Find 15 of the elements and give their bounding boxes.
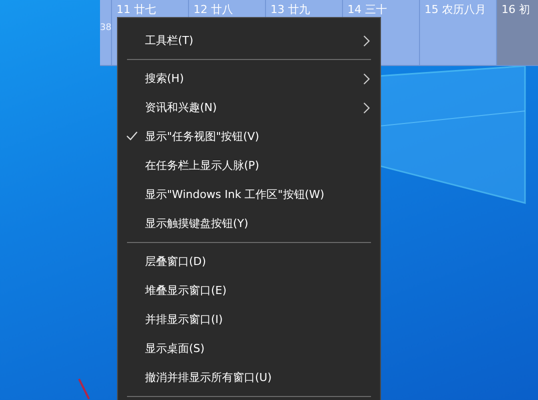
menu-item[interactable]: 堆叠显示窗口(E) (118, 276, 380, 305)
menu-item[interactable]: 显示触摸键盘按钮(Y) (118, 209, 380, 238)
menu-item[interactable]: 显示"Windows Ink 工作区"按钮(W) (118, 180, 380, 209)
calendar-day[interactable]: 16 初 (496, 0, 538, 65)
week-number: 38 (100, 22, 112, 35)
menu-item[interactable]: 并排显示窗口(I) (118, 305, 380, 334)
menu-item[interactable]: 撤消并排显示所有窗口(U) (118, 363, 380, 392)
menu-item[interactable]: 在任务栏上显示人脉(P) (118, 151, 380, 180)
menu-item[interactable]: 资讯和兴趣(N) (118, 93, 380, 122)
menu-item[interactable]: 显示"任务视图"按钮(V) (118, 122, 380, 151)
menu-item[interactable]: 搜索(H) (118, 64, 380, 93)
menu-item[interactable]: 工具栏(T) (118, 26, 380, 55)
annotation-line (77, 377, 91, 400)
menu-item[interactable]: 显示桌面(S) (118, 334, 380, 363)
menu-item[interactable]: 层叠窗口(D) (118, 247, 380, 276)
